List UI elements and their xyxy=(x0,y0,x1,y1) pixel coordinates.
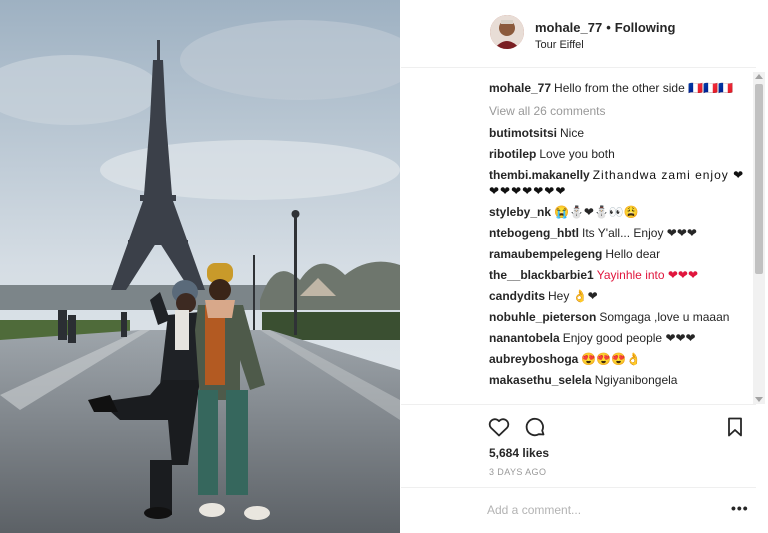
comment-text: Its Y'all... Enjoy ❤❤❤ xyxy=(582,226,697,240)
caption-username[interactable]: mohale_77 xyxy=(489,81,551,95)
comment-text: Hello dear xyxy=(605,247,661,261)
comment-text: Yayinhle into ❤❤❤ xyxy=(596,268,699,282)
following-button[interactable]: Following xyxy=(615,20,676,35)
comment-username[interactable]: makasethu_selela xyxy=(489,373,592,387)
comment-username[interactable]: ntebogeng_hbtl xyxy=(489,226,579,240)
caption: mohale_77 Hello from the other side 🇫🇷🇫🇷🇫… xyxy=(489,80,751,96)
comment-text: 😭⛄❤⛄👀😩 xyxy=(554,205,639,219)
comments-list[interactable]: mohale_77 Hello from the other side 🇫🇷🇫🇷🇫… xyxy=(489,80,751,404)
comment-item: the__blackbarbie1 Yayinhle into ❤❤❤ xyxy=(489,267,751,283)
location-link[interactable]: Tour Eiffel xyxy=(535,39,584,51)
post-side-panel: mohale_77 • Following Tour Eiffel mohale_7… xyxy=(401,0,768,533)
comment-item: makasethu_selela Ngiyanibongela xyxy=(489,372,751,388)
separator-dot: • xyxy=(606,20,611,35)
username-link[interactable]: mohale_77 xyxy=(535,20,602,35)
comment-text: Hey 👌❤ xyxy=(548,289,598,303)
comment-item: styleby_nk 😭⛄❤⛄👀😩 xyxy=(489,204,751,220)
comment-item: candydits Hey 👌❤ xyxy=(489,288,751,304)
comment-text: 😍😍😍👌 xyxy=(581,352,642,366)
view-all-comments-link[interactable]: View all 26 comments xyxy=(489,103,751,119)
scroll-down-arrow-icon[interactable] xyxy=(755,397,763,402)
comment-icon[interactable] xyxy=(523,415,547,439)
comment-username[interactable]: ramaubempelegeng xyxy=(489,247,602,261)
comment-item: thembi.makanelly Zithandwa zami enjoy ❤❤❤… xyxy=(489,167,751,199)
comment-text: Ngiyanibongela xyxy=(594,373,678,387)
comment-item: aubreyboshoga 😍😍😍👌 xyxy=(489,351,751,367)
post-author-line: mohale_77 • Following xyxy=(535,20,675,35)
comment-item: butimotsitsi Nice xyxy=(489,125,751,141)
avatar-image xyxy=(490,15,524,49)
comment-username[interactable]: the__blackbarbie1 xyxy=(489,268,594,282)
comment-username[interactable]: aubreyboshoga xyxy=(489,352,578,366)
post-photo[interactable] xyxy=(0,0,400,533)
scroll-up-arrow-icon[interactable] xyxy=(755,74,763,79)
comment-text: Love you both xyxy=(539,147,615,161)
comments-scrollbar[interactable] xyxy=(753,72,765,404)
scrollbar-thumb[interactable] xyxy=(755,84,763,274)
bookmark-icon[interactable] xyxy=(723,415,747,439)
comment-input[interactable] xyxy=(487,503,717,517)
comment-username[interactable]: styleby_nk xyxy=(489,205,551,219)
comment-username[interactable]: nobuhle_pieterson xyxy=(489,310,596,324)
avatar[interactable] xyxy=(490,15,524,49)
comment-item: ramaubempelegeng Hello dear xyxy=(489,246,751,262)
post-header: mohale_77 • Following Tour Eiffel xyxy=(401,0,756,68)
comment-username[interactable]: butimotsitsi xyxy=(489,126,557,140)
post-actions xyxy=(401,404,756,444)
comment-item: ribotilep Love you both xyxy=(489,146,751,162)
ellipsis-icon[interactable]: ••• xyxy=(731,500,749,516)
comment-item: nobuhle_pieterson Somgaga ,love u maaan xyxy=(489,309,751,325)
likes-count[interactable]: 5,684 likes xyxy=(489,446,549,460)
comment-text: Nice xyxy=(560,126,585,140)
eiffel-tower-photo xyxy=(0,0,400,533)
add-comment-bar: ••• xyxy=(401,487,756,533)
comment-text: Somgaga ,love u maaan xyxy=(599,310,730,324)
comment-username[interactable]: thembi.makanelly xyxy=(489,168,590,182)
comment-text: Enjoy good people ❤❤❤ xyxy=(562,331,696,345)
comment-username[interactable]: candydits xyxy=(489,289,545,303)
comment-username[interactable]: ribotilep xyxy=(489,147,536,161)
post-date[interactable]: 3 DAYS AGO xyxy=(489,467,546,477)
comment-item: nanantobela Enjoy good people ❤❤❤ xyxy=(489,330,751,346)
caption-text: Hello from the other side 🇫🇷🇫🇷🇫🇷 xyxy=(554,81,733,95)
comment-username[interactable]: nanantobela xyxy=(489,331,560,345)
heart-icon[interactable] xyxy=(487,415,511,439)
comment-item: ntebogeng_hbtl Its Y'all... Enjoy ❤❤❤ xyxy=(489,225,751,241)
